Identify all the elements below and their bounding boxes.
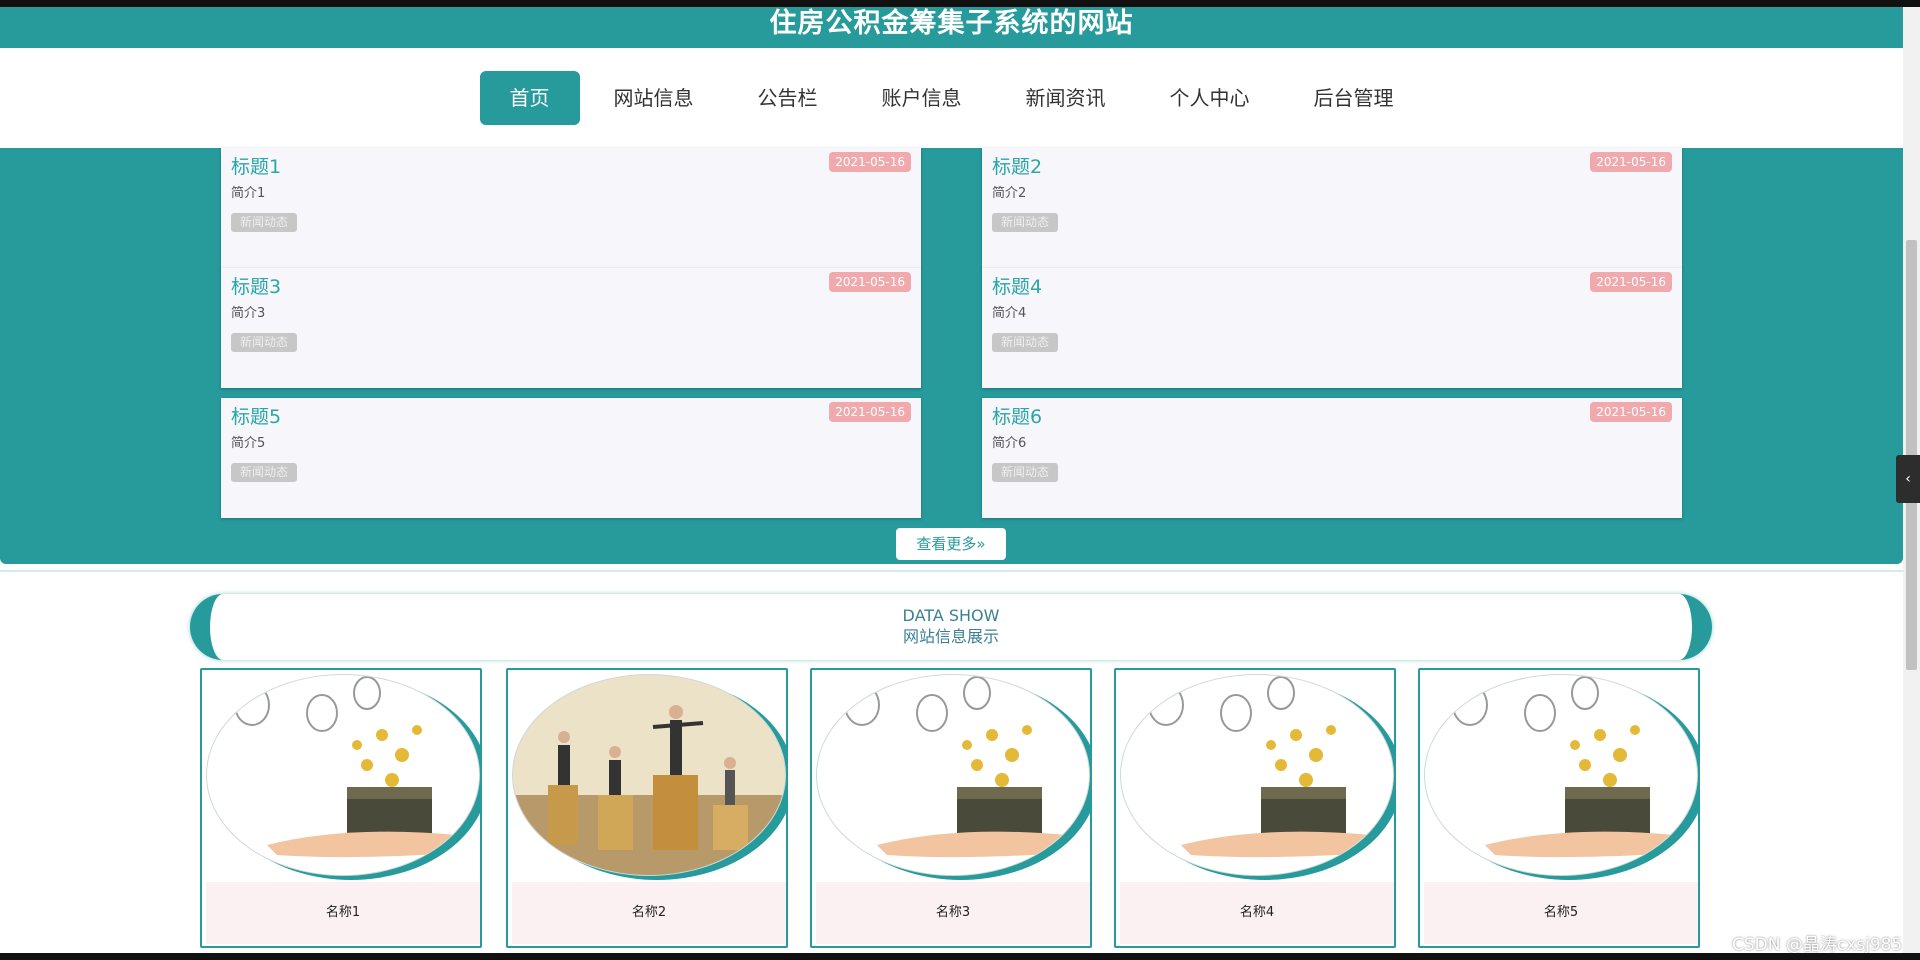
nav-item-account-info[interactable]: 账户信息	[852, 71, 992, 125]
window-top-edge	[0, 0, 1920, 7]
news-title[interactable]: 标题2	[992, 152, 1042, 179]
data-show-title-cn: 网站信息展示	[902, 627, 999, 646]
product-card[interactable]: 名称5	[1418, 668, 1700, 948]
news-title[interactable]: 标题5	[231, 402, 281, 429]
data-show-title-en: DATA SHOW	[902, 606, 1000, 625]
product-name: 名称1	[206, 882, 480, 944]
treasure-chest-hand-image[interactable]	[206, 674, 480, 876]
news-tag: 新闻动态	[992, 213, 1059, 232]
news-summary: 简介5	[231, 436, 266, 451]
news-summary: 简介2	[992, 186, 1027, 201]
news-summary: 简介1	[231, 186, 266, 201]
view-more-button[interactable]: 查看更多»	[896, 528, 1006, 560]
news-date-badge: 2021-05-16	[829, 402, 911, 422]
product-card[interactable]: 名称1	[200, 668, 482, 948]
news-summary: 简介4	[992, 306, 1027, 321]
treasure-chest-hand-image[interactable]	[816, 674, 1090, 876]
news-title[interactable]: 标题6	[992, 402, 1042, 429]
nav-item-home[interactable]: 首页	[479, 71, 580, 125]
nav-item-news[interactable]: 新闻资讯	[996, 71, 1136, 125]
nav-item-personal-center[interactable]: 个人中心	[1140, 71, 1280, 125]
news-tag: 新闻动态	[992, 463, 1059, 482]
nav-item-admin[interactable]: 后台管理	[1284, 71, 1424, 125]
treasure-chest-hand-image[interactable]	[1120, 674, 1394, 876]
business-people-coins-image[interactable]	[512, 674, 786, 876]
news-date-badge: 2021-05-16	[829, 152, 911, 172]
main-nav: 首页 网站信息 公告栏 账户信息 新闻资讯 个人中心 后台管理	[0, 48, 1903, 148]
product-name: 名称2	[512, 882, 786, 944]
news-card[interactable]: 标题3 2021-05-16 简介3 新闻动态	[221, 268, 921, 388]
treasure-chest-hand-image[interactable]	[1424, 674, 1698, 876]
news-date-badge: 2021-05-16	[829, 272, 911, 292]
news-tag: 新闻动态	[992, 333, 1059, 352]
news-summary: 简介6	[992, 436, 1027, 451]
news-card[interactable]: 标题5 2021-05-16 简介5 新闻动态	[221, 398, 921, 518]
watermark: CSDN @晶涛cxsj985	[1732, 935, 1903, 955]
news-tag: 新闻动态	[231, 213, 298, 232]
nav-item-site-info[interactable]: 网站信息	[584, 71, 724, 125]
news-section: 标题1 2021-05-16 简介1 新闻动态 标题2 2021-05-16 简…	[0, 148, 1903, 564]
product-card[interactable]: 名称2	[506, 668, 788, 948]
product-name: 名称4	[1120, 882, 1394, 944]
news-date-badge: 2021-05-16	[1590, 402, 1672, 422]
site-header: 住房公积金筹集子系统的网站	[0, 7, 1903, 48]
news-card[interactable]: 标题6 2021-05-16 简介6 新闻动态	[982, 398, 1682, 518]
news-card[interactable]: 标题2 2021-05-16 简介2 新闻动态	[982, 148, 1682, 268]
news-title[interactable]: 标题4	[992, 272, 1042, 299]
section-divider	[0, 570, 1903, 572]
news-date-badge: 2021-05-16	[1590, 152, 1672, 172]
news-summary: 简介3	[231, 306, 266, 321]
product-name: 名称5	[1424, 882, 1698, 944]
news-date-badge: 2021-05-16	[1590, 272, 1672, 292]
window-bottom-edge	[0, 953, 1920, 960]
nav-item-bulletin[interactable]: 公告栏	[728, 71, 848, 125]
data-show-banner: DATA SHOW 网站信息展示	[190, 594, 1712, 660]
product-card[interactable]: 名称3	[810, 668, 1092, 948]
news-title[interactable]: 标题1	[231, 152, 281, 179]
data-show-grid: 名称1 名称2 名称3 名称4 名称5	[200, 668, 1705, 950]
site-title: 住房公积金筹集子系统的网站	[769, 8, 1134, 39]
news-card[interactable]: 标题1 2021-05-16 简介1 新闻动态	[221, 148, 921, 268]
news-tag: 新闻动态	[231, 333, 298, 352]
news-tag: 新闻动态	[231, 463, 298, 482]
product-name: 名称3	[816, 882, 1090, 944]
product-card[interactable]: 名称4	[1114, 668, 1396, 948]
news-card[interactable]: 标题4 2021-05-16 简介4 新闻动态	[982, 268, 1682, 388]
news-title[interactable]: 标题3	[231, 272, 281, 299]
chevron-left-icon[interactable]: ‹	[1896, 455, 1920, 503]
